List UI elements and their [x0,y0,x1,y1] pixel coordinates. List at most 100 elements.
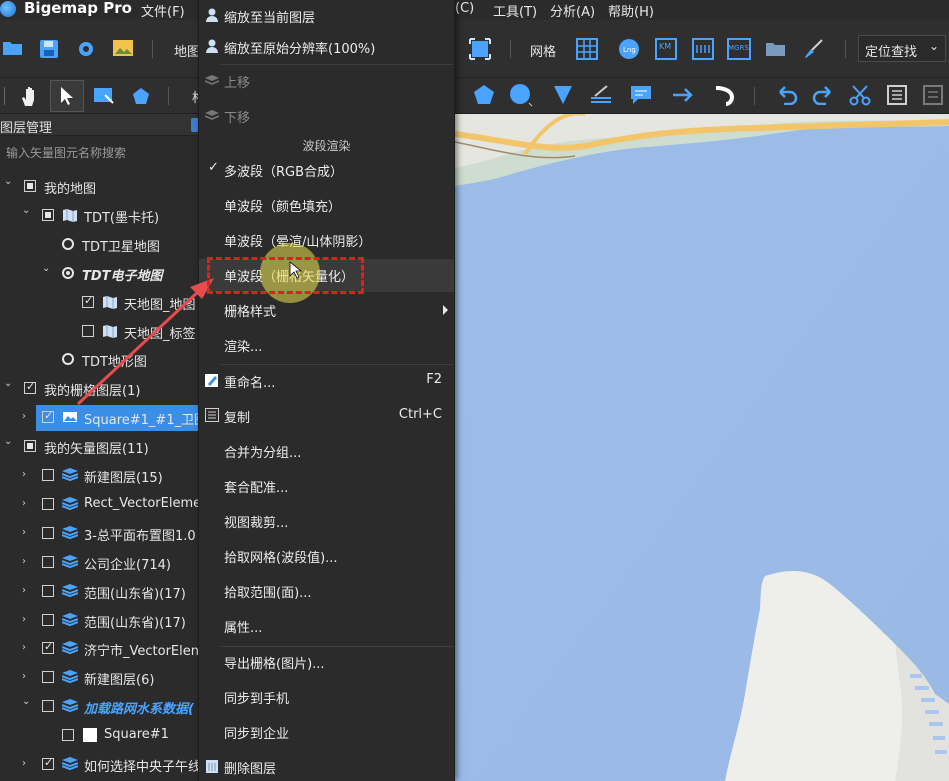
comment-label-icon[interactable] [628,83,654,107]
chevron-right-icon[interactable]: › [22,556,32,567]
layer-checkbox[interactable] [24,380,36,395]
folder-icon[interactable] [764,38,788,60]
chevron-down-icon[interactable]: ⌄ [22,205,32,216]
image-icon[interactable] [112,38,134,58]
menu-item[interactable]: 同步到手机 [199,681,454,714]
draw-pentagon-icon[interactable] [472,83,496,107]
select-arrow-icon[interactable] [50,80,84,112]
full-extent-icon[interactable] [468,37,492,61]
layer-checkbox[interactable] [82,324,94,337]
layer-tree-row[interactable]: › 济宁市_VectorElen [0,635,198,663]
undo-icon[interactable] [774,83,800,107]
layer-tree-row[interactable]: › 新建图层(6) [0,664,198,692]
menu-analysis[interactable]: 分析(A) [550,1,595,20]
layer-tree-row[interactable]: › Square#1_#1_卫图 [0,404,198,432]
toolbar-map-label[interactable]: 地图 [174,41,200,60]
layer-checkbox[interactable] [42,409,54,424]
layer-tree-row[interactable]: › 新建图层(15) [0,462,198,490]
layer-tree-row[interactable]: ⌄ TDT(墨卡托) [0,202,198,230]
chevron-down-icon[interactable]: ⌄ [4,177,14,187]
menu-edit-partial[interactable]: (C) [455,1,474,16]
mgrs-grid-icon[interactable]: MGRS [726,37,752,61]
layer-checkbox[interactable] [24,180,36,192]
menu-file[interactable]: 文件(F) [141,1,185,20]
arrow-right-icon[interactable] [670,83,696,107]
menu-item[interactable]: 合并为分组... [199,435,454,468]
chevron-right-icon[interactable]: › [22,759,32,769]
layer-checkbox[interactable] [42,469,54,481]
save-icon[interactable] [38,38,60,60]
layer-checkbox[interactable] [42,208,54,221]
chevron-down-icon[interactable]: ⌄ [42,263,52,274]
menu-item[interactable]: 渲染... [199,329,454,362]
chevron-down-icon[interactable]: ⌄ [4,379,14,389]
layer-checkbox[interactable] [42,640,54,655]
layer-tree-row[interactable]: › 3-总平面布置图1.0 [0,520,198,548]
menu-item[interactable]: 重命名... F2 [199,365,454,398]
locate-dropdown[interactable]: 定位查找 ⌄ [858,35,946,62]
settings-gear-icon[interactable] [75,38,97,60]
map-canvas[interactable] [455,114,949,781]
menu-item[interactable]: 导出栅格(图片)... [199,646,454,679]
layer-checkbox[interactable] [42,555,54,568]
curve-path-icon[interactable] [712,83,738,107]
menu-item[interactable]: 拾取范围(面)... [199,575,454,608]
redo-icon[interactable] [810,83,836,107]
menu-item[interactable]: 单波段（颜色填充） [199,189,454,222]
attribute-table-icon[interactable] [884,83,910,107]
layer-tree-row[interactable]: › 范围(山东省)(17) [0,578,198,606]
layer-tree-row[interactable]: ⌄ 加载路网水系数据( [0,693,198,721]
menu-tools[interactable]: 工具(T) [493,1,537,20]
layer-tree-row[interactable]: › Rect_VectorEleme [0,491,198,519]
layer-checkbox[interactable] [42,700,54,713]
scissors-icon[interactable] [847,83,873,107]
draw-line-icon[interactable] [588,83,614,107]
chevron-down-icon[interactable]: ⌄ [4,437,14,447]
layer-checkbox[interactable] [82,294,94,308]
layer-checkbox[interactable] [42,526,54,539]
layer-tree-row[interactable]: › 如何选择中央子午线 [0,751,198,779]
box-select-icon[interactable] [92,84,116,108]
layer-radio[interactable] [62,353,74,366]
layer-radio[interactable] [62,237,74,250]
draw-circle-icon[interactable] [508,83,534,107]
menu-item[interactable]: 套合配准... [199,470,454,503]
layer-tree-row[interactable]: TDT地形图 [0,346,198,374]
menu-item[interactable]: 单波段（晕渲/山体阴影） [199,224,454,257]
chevron-down-icon[interactable]: ⌄ [22,697,32,707]
chevron-right-icon[interactable]: › [22,470,32,480]
chevron-right-icon[interactable]: › [22,614,32,625]
menu-help[interactable]: 帮助(H) [608,1,654,20]
layer-tree-row[interactable]: TDT卫星地图 [0,231,198,259]
km-grid-icon[interactable]: KM [654,37,678,61]
chevron-right-icon[interactable]: › [22,643,32,653]
layer-tree-row[interactable]: Square#1 [0,722,198,750]
draw-marker-icon[interactable] [550,83,576,107]
list-icon[interactable] [920,83,946,107]
layer-checkbox[interactable] [42,497,54,510]
layer-checkbox[interactable] [42,584,54,597]
menu-item[interactable]: 同步到企业 [199,716,454,749]
layer-tree-row[interactable]: ⌄ 我的地图 [0,173,198,201]
chevron-right-icon[interactable]: › [22,412,32,422]
chevron-right-icon[interactable]: › [22,527,32,538]
layer-tree-row[interactable]: 天地图_标签 [0,318,198,346]
layer-checkbox[interactable] [42,671,54,684]
menu-item[interactable]: 视图裁剪... [199,505,454,538]
chevron-right-icon[interactable]: › [22,585,32,596]
layer-checkbox[interactable] [42,613,54,626]
menu-item[interactable]: 复制 Ctrl+C [199,400,454,433]
layer-radio[interactable] [62,266,74,279]
layer-checkbox[interactable] [24,440,36,453]
menu-item[interactable]: 拾取网格(波段值)... [199,540,454,573]
chevron-right-icon[interactable]: › [22,498,32,509]
layer-tree-row[interactable]: ⌄ TDT电子地图 [0,260,198,288]
menu-item[interactable]: 缩放至原始分辨率(100%) [199,31,454,64]
polygon-select-icon[interactable] [130,84,154,108]
clear-brush-icon[interactable] [801,37,825,61]
layer-checkbox[interactable] [42,756,54,770]
layer-search-input[interactable]: 输入矢量图元名称搜索 [0,140,198,164]
layer-checkbox[interactable] [62,729,74,742]
pan-hand-icon[interactable] [18,84,42,108]
chevron-right-icon[interactable]: › [22,672,32,682]
